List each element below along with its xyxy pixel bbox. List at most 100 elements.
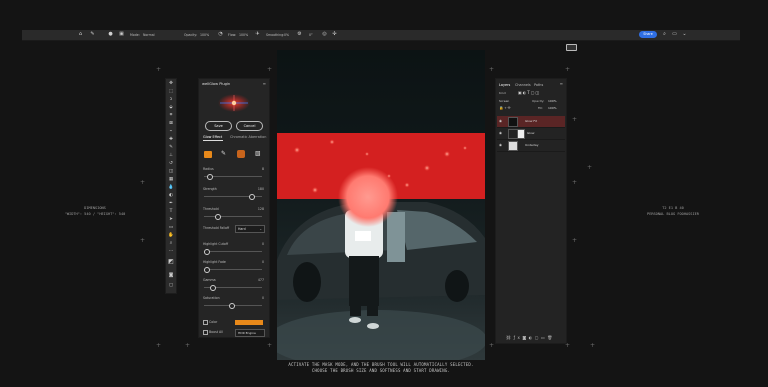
angle-field[interactable]: 0° (309, 31, 313, 39)
workspace-icon[interactable]: ▭ (672, 32, 677, 37)
type-tool-icon[interactable]: T (167, 209, 175, 215)
pressure-size-icon[interactable]: ◎ (322, 32, 327, 37)
blur-tool-icon[interactable]: 💧 (167, 185, 175, 191)
mask-mode-icon[interactable] (237, 150, 245, 158)
layers-footer-icons[interactable]: ⛓ƒx◙◐▢▭🗑 (506, 335, 555, 340)
layer-row-underlay[interactable]: ◉ Underlay (497, 140, 565, 152)
brush-mode-icon[interactable]: ✎ (221, 150, 226, 157)
foreground-background-color-icon[interactable]: ◩ (167, 259, 175, 265)
more-tools-icon[interactable]: ⋯ (167, 249, 175, 255)
sliders2-value-0[interactable]: 0 (262, 242, 264, 246)
visibility-eye-icon[interactable]: ◉ (499, 119, 502, 123)
layer-mask-thumbnail[interactable] (517, 129, 525, 139)
share-button[interactable]: Share (639, 31, 657, 38)
glow-mode-icon[interactable] (204, 151, 212, 158)
frame-tool-icon[interactable]: ⊠ (167, 121, 175, 127)
fill-field[interactable]: 100% (548, 106, 557, 110)
sliders2-slider-2[interactable] (204, 284, 262, 291)
color-swatch[interactable] (235, 320, 263, 325)
shape-tool-icon[interactable]: ▭ (167, 225, 175, 231)
sliders-slider-0[interactable] (204, 173, 262, 180)
lasso-tool-icon[interactable]: ↄ (167, 97, 175, 103)
blend-mode-select[interactable]: Screen (499, 99, 509, 103)
layer-row-glow-fx[interactable]: ◉ Glow FX (497, 116, 565, 128)
tab-chromatic-aberration[interactable]: Chromatic Aberration (230, 135, 266, 139)
airbrush-icon[interactable]: ✈ (255, 32, 260, 37)
sliders2-label-1: Highlight Fade (203, 260, 226, 264)
zoom-tool-icon[interactable]: ⌕ (167, 241, 175, 247)
tab-channels[interactable]: Channels (515, 83, 531, 87)
slider-knob[interactable] (248, 193, 255, 200)
flow-field[interactable]: 100% (239, 31, 248, 39)
screen-mode-icon[interactable]: ▢ (167, 283, 175, 289)
sliders-slider-1[interactable] (204, 193, 262, 200)
sliders2-slider-1[interactable] (204, 266, 262, 273)
canvas-image[interactable] (277, 50, 485, 360)
crop-tool-icon[interactable]: ⌗ (167, 113, 175, 119)
boost-checkbox[interactable] (203, 330, 208, 335)
tab-paths[interactable]: Paths (534, 83, 543, 87)
smoothing-field[interactable]: 0% (284, 31, 289, 39)
sliders-value-2[interactable]: 128 (258, 207, 264, 211)
hand-tool-icon[interactable]: ✋ (167, 233, 175, 239)
layer-row-glow[interactable]: ◉ Glow (497, 128, 565, 140)
plus-mark-icon: + (572, 179, 578, 186)
marquee-tool-icon[interactable]: ⬚ (167, 89, 175, 95)
sliders2-value-2[interactable]: 477 (258, 278, 264, 282)
brush-preset-icon[interactable]: ● (108, 32, 113, 37)
brush-tool-icon[interactable]: ✎ (90, 32, 95, 37)
panel-menu-icon[interactable]: ≡ (560, 81, 563, 86)
pressure-opacity-icon[interactable]: ◔ (218, 32, 223, 37)
panel-collapse-icon[interactable] (566, 44, 577, 51)
clone-stamp-icon[interactable]: ⊥ (167, 153, 175, 159)
lock-icons[interactable]: 🔒⌖✣ (499, 106, 512, 110)
sliders2-value-1[interactable]: 0 (262, 260, 264, 264)
smoothing-settings-icon[interactable]: ⚙ (297, 32, 302, 37)
settings-mode-icon[interactable]: ▧ (255, 150, 261, 157)
pen-tool-icon[interactable]: ✒ (167, 201, 175, 207)
gradient-icon[interactable]: ▦ (167, 177, 175, 183)
filter-kind[interactable]: Kind (499, 91, 506, 95)
slider-knob[interactable] (204, 248, 210, 255)
sliders-value-1[interactable]: 180 (258, 187, 264, 191)
sliders2-slider-0[interactable] (204, 248, 262, 255)
path-select-icon[interactable]: ➤ (167, 217, 175, 223)
color-checkbox[interactable] (203, 320, 208, 325)
tab-glow-effect[interactable]: Glow Effect (203, 135, 222, 139)
sliders2-slider-3[interactable] (204, 302, 262, 309)
eyedropper-icon[interactable]: ⌁ (167, 129, 175, 135)
brush-tool-icon[interactable]: ✎ (167, 145, 175, 151)
search-icon[interactable]: ⌕ (662, 32, 667, 37)
layer-filter-icons[interactable]: ▣◐T▢◫ (518, 90, 540, 95)
object-select-icon[interactable]: ⬙ (167, 105, 175, 111)
history-brush-icon[interactable]: ↺ (167, 161, 175, 167)
slider-knob[interactable] (209, 284, 216, 291)
brush-settings-icon[interactable]: ▣ (119, 32, 124, 37)
quick-mask-icon[interactable]: ◙ (167, 273, 175, 279)
boost-select[interactable]: HDR Engine (235, 329, 265, 337)
eraser-icon[interactable]: ◫ (167, 169, 175, 175)
visibility-eye-icon[interactable]: ◉ (499, 143, 502, 147)
slider-knob[interactable] (229, 302, 236, 309)
dodge-tool-icon[interactable]: ◐ (167, 193, 175, 199)
chevron-down-icon[interactable]: ⌄ (682, 32, 687, 37)
slider-knob[interactable] (206, 173, 213, 180)
opacity-field[interactable]: 100% (548, 99, 557, 103)
panel-menu-icon[interactable]: ≡ (263, 81, 266, 86)
opacity-field[interactable]: 100% (200, 31, 209, 39)
tab-layers[interactable]: Layers (499, 83, 510, 87)
mode-select[interactable]: Normal (143, 31, 155, 39)
sliders-value-0[interactable]: 8 (262, 167, 264, 171)
save-button[interactable]: Save (205, 121, 232, 131)
healing-brush-icon[interactable]: ✚ (167, 137, 175, 143)
slider-knob[interactable] (204, 266, 210, 273)
home-icon[interactable]: ⌂ (78, 32, 83, 37)
visibility-eye-icon[interactable]: ◉ (499, 131, 502, 135)
cancel-button[interactable]: Cancel (236, 121, 263, 131)
sliders-slider-2[interactable] (204, 213, 262, 220)
slider-knob[interactable] (215, 213, 222, 220)
threshold-falloff-select[interactable]: Hard ⌄ (235, 225, 265, 233)
move-tool-icon[interactable]: ✥ (167, 81, 175, 87)
sliders2-value-3[interactable]: 0 (262, 296, 264, 300)
symmetry-icon[interactable]: ✣ (332, 32, 337, 37)
